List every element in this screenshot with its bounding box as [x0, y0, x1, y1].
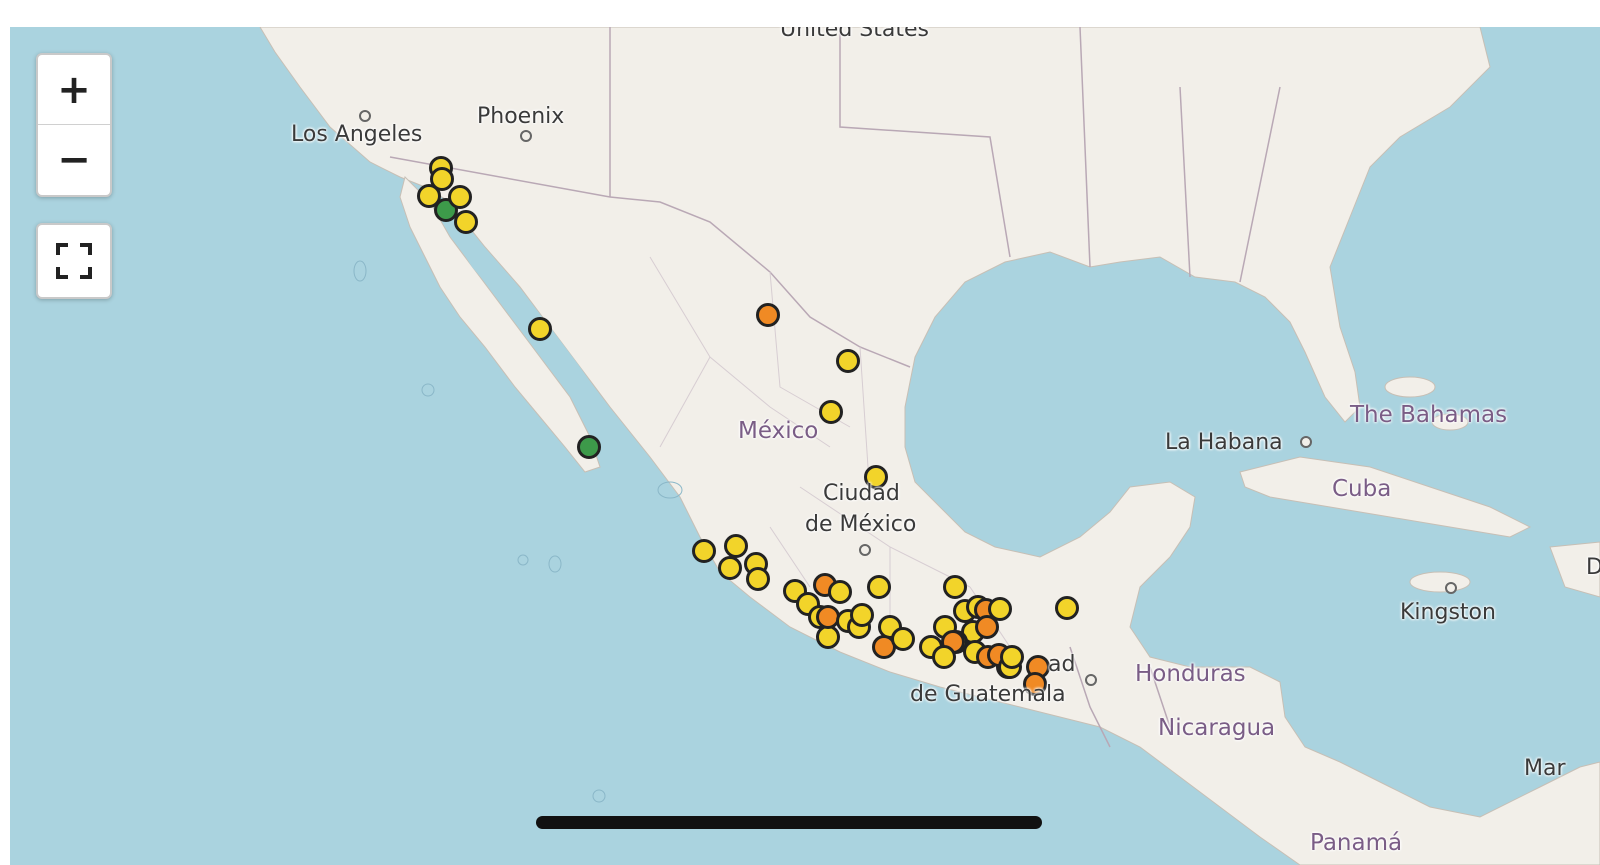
island-outline [592, 789, 606, 803]
earthquake-marker[interactable] [891, 627, 915, 651]
earthquake-marker[interactable] [867, 575, 891, 599]
map-viewport[interactable]: United States Los Angeles Phoenix México… [10, 27, 1600, 865]
fullscreen-button[interactable] [36, 223, 112, 299]
earthquake-marker[interactable] [828, 580, 852, 604]
island-outline [353, 260, 367, 282]
zoom-control: + − [36, 53, 112, 197]
earthquake-marker[interactable] [975, 615, 999, 639]
earthquake-marker[interactable] [724, 534, 748, 558]
earthquake-marker[interactable] [454, 210, 478, 234]
city-marker-los-angeles [359, 110, 371, 122]
island-jamaica [1409, 571, 1471, 593]
earthquake-marker[interactable] [528, 317, 552, 341]
earthquake-marker[interactable] [718, 556, 742, 580]
earthquake-marker[interactable] [816, 605, 840, 629]
city-marker-ciudad-de-mexico [859, 544, 871, 556]
earthquake-marker[interactable] [692, 539, 716, 563]
label-cuba: Cuba [1332, 476, 1392, 502]
city-marker-la-habana [1300, 436, 1312, 448]
city-marker-phoenix [520, 130, 532, 142]
zoom-in-button[interactable]: + [38, 55, 110, 125]
label-ad: ad [1048, 652, 1076, 677]
label-de-guatemala: de Guatemala [910, 682, 1066, 707]
earthquake-marker[interactable] [988, 597, 1012, 621]
earthquake-marker[interactable] [836, 349, 860, 373]
earthquake-marker[interactable] [577, 435, 601, 459]
label-nicaragua: Nicaragua [1158, 715, 1276, 741]
island-bahamas-1 [1384, 376, 1436, 398]
earthquake-marker[interactable] [756, 303, 780, 327]
fullscreen-icon [56, 243, 92, 279]
label-ciudad: Ciudad [823, 481, 900, 506]
label-mar: Mar [1524, 756, 1566, 781]
label-de-mexico: de México [805, 512, 917, 537]
earthquake-marker[interactable] [746, 567, 770, 591]
earthquake-marker[interactable] [1055, 596, 1079, 620]
earthquake-marker[interactable] [819, 400, 843, 424]
label-la-habana: La Habana [1165, 430, 1283, 455]
island-outline [517, 554, 529, 566]
label-d: D [1586, 555, 1600, 580]
earthquake-marker[interactable] [932, 645, 956, 669]
land-north-america [259, 27, 1600, 865]
label-los-angeles: Los Angeles [291, 122, 423, 147]
label-mexico: México [738, 418, 819, 444]
earthquake-marker[interactable] [448, 185, 472, 209]
home-indicator [536, 816, 1042, 829]
label-phoenix: Phoenix [477, 104, 565, 129]
city-marker-kingston [1445, 582, 1457, 594]
label-honduras: Honduras [1135, 661, 1246, 687]
basemap [259, 27, 1600, 865]
zoom-out-button[interactable]: − [38, 125, 110, 194]
city-marker-guatemala [1085, 674, 1097, 686]
label-kingston: Kingston [1400, 600, 1496, 625]
earthquake-marker[interactable] [1000, 645, 1024, 669]
label-the-bahamas: The Bahamas [1350, 402, 1508, 428]
label-united-states: United States [780, 27, 929, 42]
earthquake-marker[interactable] [850, 603, 874, 627]
island-outline [548, 555, 562, 573]
island-outline [421, 383, 435, 397]
earthquake-marker[interactable] [943, 575, 967, 599]
earthquake-marker[interactable] [816, 625, 840, 649]
label-panama: Panamá [1310, 830, 1403, 856]
